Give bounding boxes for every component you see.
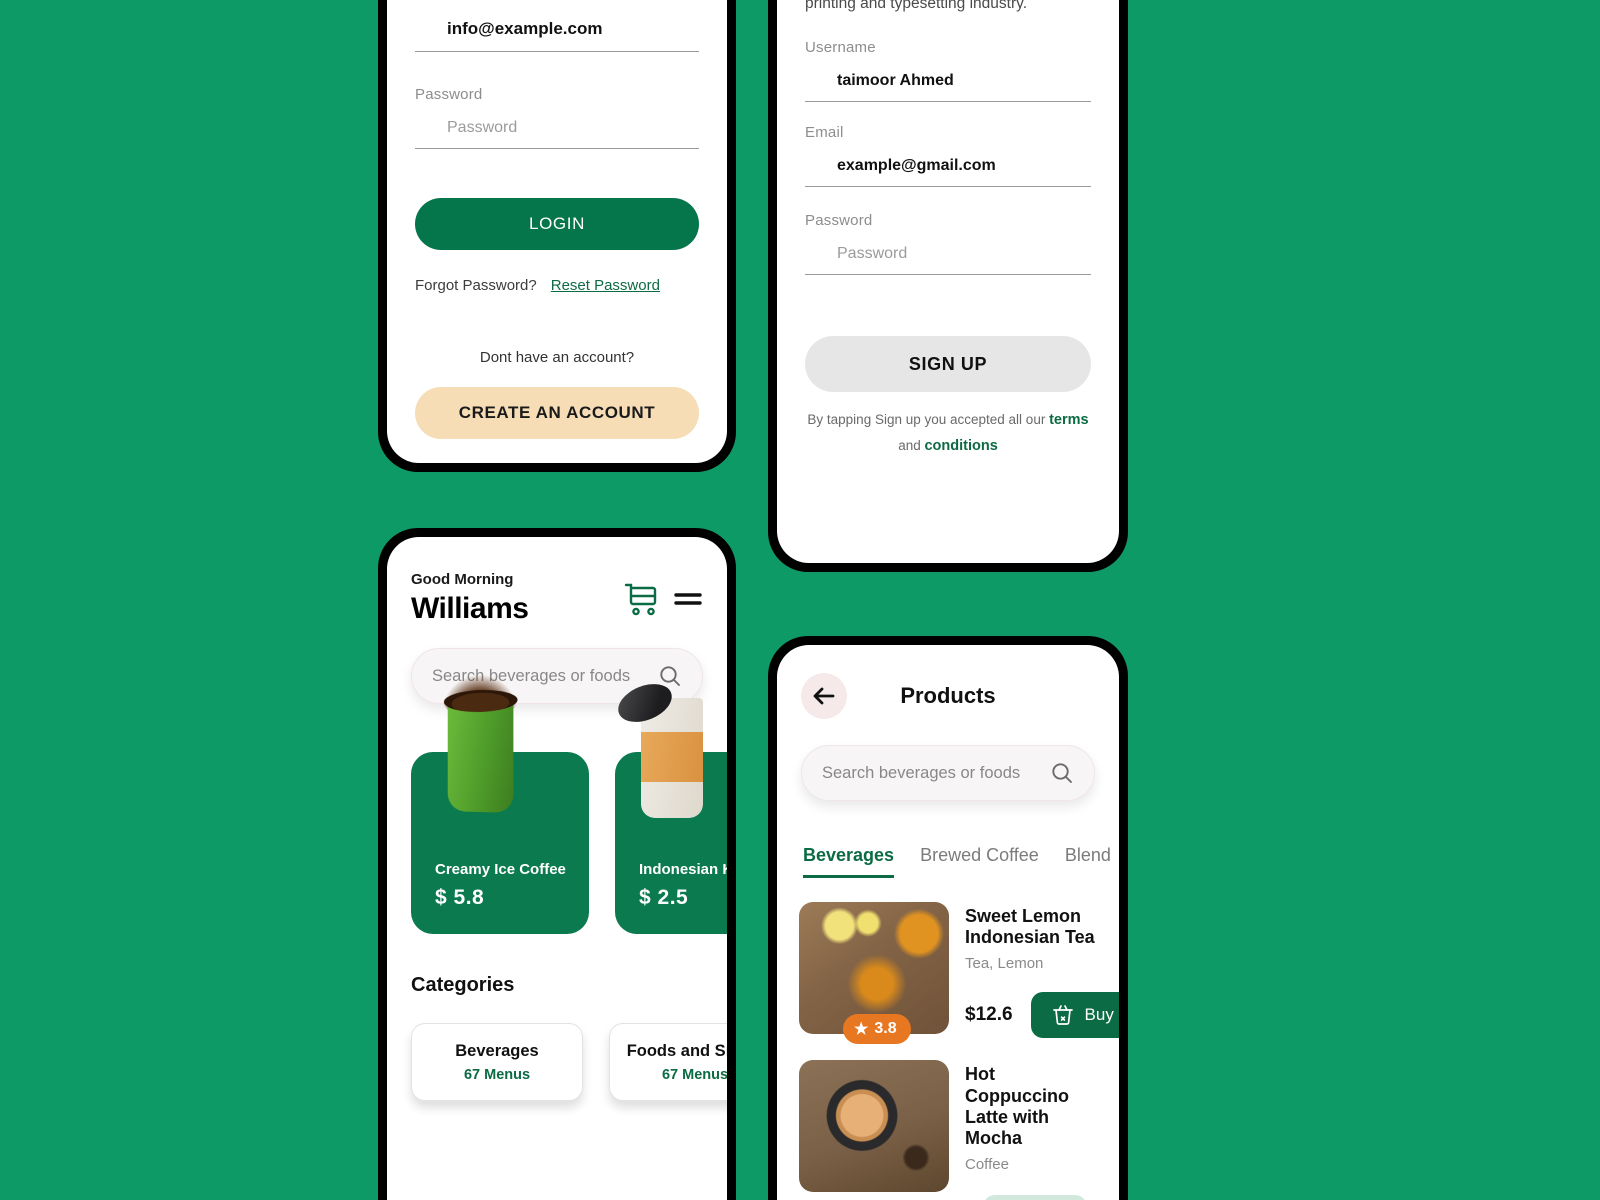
basket-icon bbox=[1051, 1003, 1075, 1027]
hamburger-menu-icon[interactable] bbox=[673, 588, 703, 610]
buy-button[interactable]: Buy bbox=[1030, 992, 1119, 1039]
password-field-group: Password Password bbox=[415, 86, 699, 149]
category-name: Beverages bbox=[455, 1041, 539, 1060]
greeting-block: Good Morning Williams bbox=[411, 571, 529, 626]
tab-blend[interactable]: Blend bbox=[1065, 845, 1111, 878]
create-account-button[interactable]: CREATE AN ACCOUNT bbox=[415, 387, 699, 439]
email-field-group: Email example@gmail.com bbox=[805, 124, 1091, 188]
terms-note: By tapping Sign up you accepted all our … bbox=[805, 408, 1091, 459]
featured-card[interactable]: Creamy Ice Coffee $ 5.8 bbox=[411, 674, 589, 934]
no-account-label: Dont have an account? bbox=[479, 349, 635, 366]
username-label: Username bbox=[805, 39, 876, 57]
user-name: Williams bbox=[411, 592, 529, 625]
green-coffee-cup-art bbox=[447, 699, 514, 813]
password-label: Password bbox=[415, 86, 483, 103]
rating-badge: ★ 3.8 bbox=[843, 1014, 911, 1044]
home-screen-content: Good Morning Williams Search beverages o… bbox=[387, 537, 727, 1200]
products-screen-content: Products Search beverages or foods Bever… bbox=[777, 645, 1119, 1200]
password-label: Password bbox=[805, 212, 873, 230]
home-header: Good Morning Williams bbox=[387, 537, 727, 626]
username-input[interactable]: taimoor Ahmed bbox=[805, 72, 1091, 103]
signup-button[interactable]: SIGN UP bbox=[805, 336, 1091, 393]
terms-prefix: By tapping Sign up you accepted all our bbox=[807, 412, 1046, 428]
category-card-beverages[interactable]: Beverages 67 Menus bbox=[411, 1023, 583, 1101]
category-menu-count: 67 Menus bbox=[463, 1066, 531, 1083]
page-title: Products bbox=[900, 683, 996, 708]
phone-signup-screen: printing and typesetting industry. Usern… bbox=[768, 0, 1128, 572]
phone-products-screen: Products Search beverages or foods Bever… bbox=[768, 636, 1128, 1200]
product-price-row: $12.6 Buy bbox=[965, 992, 1119, 1039]
category-menu-count: 67 Menus bbox=[661, 1066, 727, 1083]
product-price: $12.6 bbox=[965, 1004, 1013, 1026]
product-list-item[interactable]: ★ 3.8 Sweet Lemon Indonesian Tea Tea, Le… bbox=[799, 902, 1119, 1044]
password-field-group: Password Password bbox=[805, 212, 1091, 276]
featured-card-name: Creamy Ice Coffee bbox=[435, 861, 566, 878]
back-button[interactable] bbox=[801, 673, 847, 719]
arrow-left-icon bbox=[811, 685, 837, 707]
product-name: Sweet Lemon Indonesian Tea bbox=[965, 906, 1095, 948]
product-thumbnail bbox=[799, 1060, 949, 1193]
search-icon[interactable] bbox=[1050, 761, 1074, 785]
buy-button-partial[interactable] bbox=[983, 1195, 1087, 1200]
product-info: Hot Coppuccino Latte with Mocha Coffee bbox=[965, 1060, 1097, 1200]
tab-brewed-coffee[interactable]: Brewed Coffee bbox=[920, 845, 1039, 878]
featured-card-name: Indonesian Kopi bbox=[639, 861, 727, 878]
product-description: Coffee bbox=[965, 1156, 1009, 1174]
featured-card-price: $ 5.8 bbox=[435, 886, 485, 909]
email-label: Email bbox=[805, 124, 844, 142]
star-icon: ★ bbox=[854, 1021, 869, 1038]
tab-beverages[interactable]: Beverages bbox=[803, 845, 895, 878]
home-header-icons bbox=[623, 571, 703, 617]
conditions-link[interactable]: conditions bbox=[924, 438, 997, 454]
product-description: Tea, Lemon bbox=[965, 955, 1044, 973]
latte-product-image bbox=[799, 1060, 949, 1193]
product-thumbnail: ★ 3.8 bbox=[799, 902, 949, 1044]
cart-icon[interactable] bbox=[623, 581, 661, 617]
greeting-label: Good Morning bbox=[411, 571, 514, 588]
products-header: Products bbox=[777, 645, 1119, 719]
product-list: ★ 3.8 Sweet Lemon Indonesian Tea Tea, Le… bbox=[777, 878, 1119, 1200]
product-name: Hot Coppuccino Latte with Mocha bbox=[965, 1064, 1069, 1149]
password-input[interactable]: Password bbox=[805, 245, 1091, 276]
categories-row: Beverages 67 Menus Foods and Snack 67 Me… bbox=[387, 997, 727, 1101]
signup-intro-text: printing and typesetting industry. bbox=[805, 0, 1028, 12]
terms-link[interactable]: terms bbox=[1049, 412, 1089, 428]
buy-label: Buy bbox=[1084, 1005, 1114, 1025]
password-input[interactable]: Password bbox=[415, 119, 699, 149]
category-tabs: Beverages Brewed Coffee Blend bbox=[777, 801, 1119, 878]
reset-password-link[interactable]: Reset Password bbox=[551, 277, 660, 294]
search-placeholder: Search beverages or foods bbox=[822, 763, 1021, 782]
login-form: info@example.com Password Password LOGIN… bbox=[387, 0, 727, 439]
email-input[interactable]: example@gmail.com bbox=[805, 157, 1091, 188]
login-screen-content: info@example.com Password Password LOGIN… bbox=[387, 0, 727, 463]
signup-form: printing and typesetting industry. Usern… bbox=[777, 0, 1119, 459]
featured-card-price: $ 2.5 bbox=[639, 886, 689, 909]
featured-card[interactable]: Indonesian Kopi $ 2.5 bbox=[612, 676, 727, 934]
phone-home-screen: Good Morning Williams Search beverages o… bbox=[378, 528, 736, 1200]
category-card-foods[interactable]: Foods and Snack 67 Menus bbox=[609, 1023, 727, 1101]
rating-value: 3.8 bbox=[874, 1020, 897, 1037]
email-field[interactable]: info@example.com bbox=[415, 19, 699, 52]
forgot-password-label: Forgot Password? bbox=[415, 277, 537, 294]
phone-login-screen: info@example.com Password Password LOGIN… bbox=[378, 0, 736, 472]
featured-products-row: Creamy Ice Coffee $ 5.8 Indonesian Kopi … bbox=[387, 674, 727, 934]
categories-title: Categories bbox=[411, 974, 515, 996]
forgot-password-row: Forgot Password? Reset Password bbox=[415, 277, 699, 294]
login-button[interactable]: LOGIN bbox=[415, 198, 699, 250]
product-list-item[interactable]: Hot Coppuccino Latte with Mocha Coffee bbox=[799, 1060, 1097, 1200]
category-name: Foods and Snack bbox=[626, 1041, 727, 1060]
product-info: Sweet Lemon Indonesian Tea Tea, Lemon $1… bbox=[965, 902, 1119, 1039]
signup-screen-content: printing and typesetting industry. Usern… bbox=[777, 0, 1119, 563]
search-input[interactable]: Search beverages or foods bbox=[801, 745, 1095, 801]
terms-and: and bbox=[898, 437, 921, 453]
username-field-group: Username taimoor Ahmed bbox=[805, 39, 1091, 103]
